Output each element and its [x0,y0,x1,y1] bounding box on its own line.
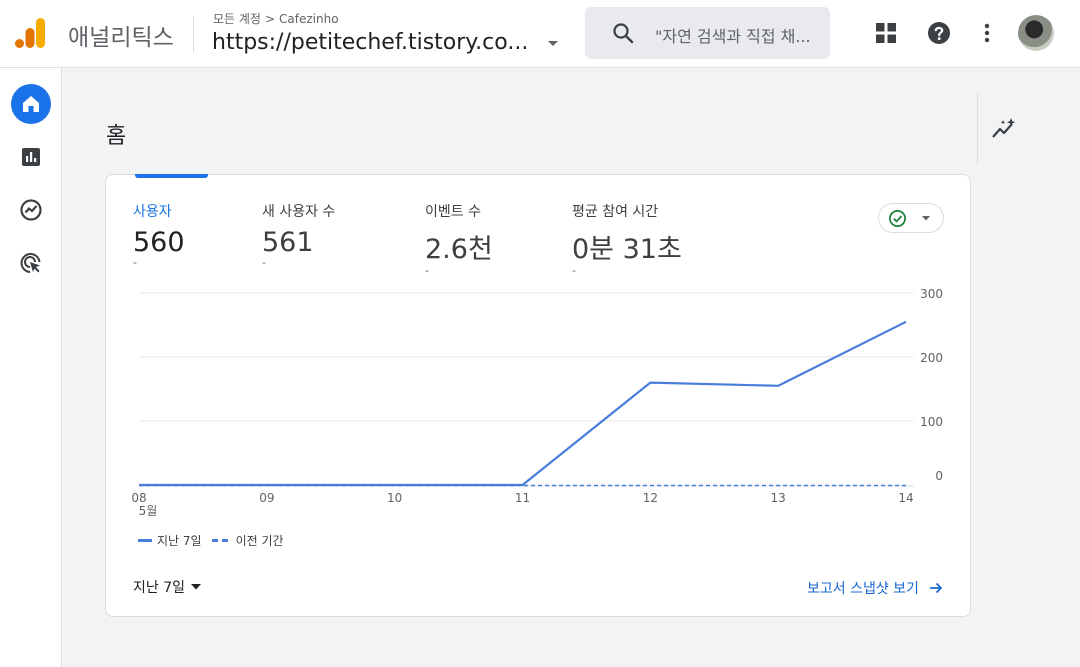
breadcrumb-account[interactable]: Cafezinho [279,12,339,26]
arrow-right-icon [929,582,943,594]
date-range-label: 지난 7일 [133,580,185,596]
app-name: 애널리틱스 [68,25,174,51]
header-divider [193,16,194,52]
right-rail-divider [977,94,978,164]
x-month-label: 5월 [139,504,158,518]
x-tick-label: 10 [387,491,402,505]
search-input[interactable]: "자연 검색과 직접 채... [655,23,811,47]
x-tick-label: 13 [771,491,786,505]
users-line-chart: 0 100 200 300 08 09 10 11 12 13 14 5월 [131,287,943,518]
x-tick-label: 12 [643,491,658,505]
help-icon[interactable] [927,21,951,45]
legend-label-previous: 이전 기간 [235,534,284,548]
insights-icon[interactable] [991,116,1017,142]
overview-card: 사용자 560 - 새 사용자 수 561 - 이벤트 수 2.6천 - 평균 … [105,174,971,617]
reports-icon [22,148,40,166]
x-tick-label: 11 [515,491,530,505]
x-tick-label: 09 [259,491,274,505]
search-box[interactable]: "자연 검색과 직접 채... [585,7,830,59]
chart-legend: 지난 7일 이전 기간 [138,532,284,549]
y-tick-label: 300 [920,287,943,301]
y-tick-label: 0 [935,469,943,483]
nav-advertising[interactable] [11,243,51,283]
side-navigation [0,68,62,667]
nav-home[interactable] [11,84,51,124]
date-range-selector[interactable]: 지난 7일 [133,577,202,597]
more-vert-icon[interactable] [975,21,999,45]
home-icon [23,96,39,112]
legend-swatch-previous [211,539,229,542]
series-line-current [139,320,907,487]
breadcrumb-root[interactable]: 모든 계정 [213,12,261,26]
y-tick-label: 200 [920,351,943,365]
analytics-logo-icon[interactable] [14,16,48,50]
legend-label-current: 지난 7일 [157,534,202,548]
advertising-icon [20,253,41,273]
report-link-label: 보고서 스냅샷 보기 [807,581,919,597]
top-app-bar: 애널리틱스 모든 계정 > Cafezinho https://petitechef… [0,0,1080,68]
search-icon [613,23,634,44]
legend-swatch-current [138,539,152,542]
nav-reports[interactable] [11,137,51,177]
y-tick-label: 100 [920,415,943,429]
x-tick-label: 14 [898,491,913,505]
x-tick-label: 08 [131,491,146,505]
nav-explore[interactable] [11,190,51,230]
caret-down-icon [191,584,201,590]
breadcrumb[interactable]: 모든 계정 > Cafezinho [213,10,339,27]
explore-icon [20,199,42,221]
avatar[interactable] [1018,15,1054,51]
view-report-snapshot-link[interactable]: 보고서 스냅샷 보기 [807,578,943,598]
property-selector[interactable]: https://petitechef.tistory.co... [212,30,528,55]
page-title: 홈 [106,124,127,149]
chevron-right-icon: > [264,12,276,26]
chevron-down-icon[interactable] [546,38,560,48]
apps-grid-icon[interactable] [874,21,898,45]
